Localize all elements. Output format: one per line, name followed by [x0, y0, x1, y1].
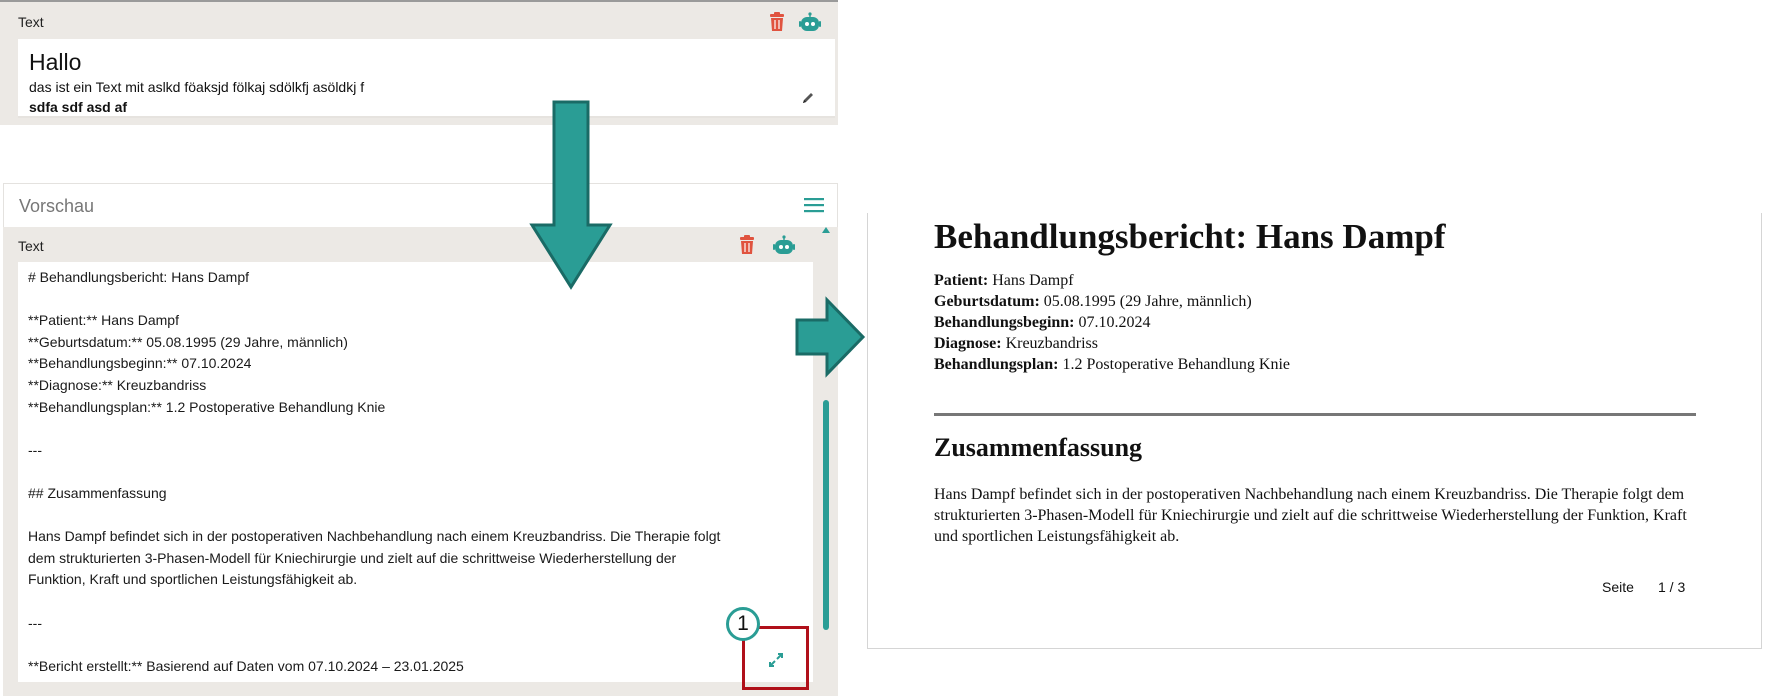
text-block-panel: Text Hallo das ist ein Text mit aslkd fö… — [0, 0, 838, 125]
editor-line: **Behandlungsbeginn:** 07.10.2024 — [28, 355, 252, 372]
scroll-up-arrow-icon[interactable] — [822, 227, 830, 233]
editor-line: --- — [28, 614, 42, 631]
summary-heading: Zusammenfassung — [934, 433, 1143, 462]
block-bold-line: sdfa sdf asd af — [29, 99, 128, 115]
text-block-content[interactable]: Hallo das ist ein Text mit aslkd föaksjd… — [18, 39, 835, 118]
rendered-report-preview: Behandlungsbericht: Hans Dampf Patient: … — [867, 213, 1762, 649]
hamburger-menu-icon[interactable] — [803, 196, 825, 219]
block-type-label: Text — [18, 14, 44, 30]
summary-paragraph: Hans Dampf befindet sich in der postoper… — [934, 486, 1687, 545]
preview-title: Vorschau — [19, 196, 95, 216]
editor-line: dem strukturierten 3-Phasen-Modell für K… — [28, 549, 677, 566]
page-indicator: 1 / 3 — [1658, 579, 1686, 595]
editor-line: **Patient:** Hans Dampf — [28, 312, 179, 329]
report-field: Geburtsdatum: 05.08.1995 (29 Jahre, männ… — [934, 293, 1252, 310]
report-field: Behandlungsbeginn: 07.10.2024 — [934, 314, 1151, 331]
horizontal-rule — [934, 413, 1696, 416]
scrollbar-thumb[interactable] — [823, 400, 829, 630]
preview-header: Vorschau — [3, 183, 838, 227]
robot-icon[interactable] — [773, 234, 795, 256]
editor-line: **Bericht erstellt:** Basierend auf Date… — [28, 657, 464, 674]
robot-icon[interactable] — [799, 11, 821, 33]
markdown-editor[interactable]: # Behandlungsbericht: Hans Dampf **Patien… — [18, 262, 813, 682]
right-arrow-icon — [795, 296, 866, 378]
down-arrow-icon — [529, 100, 613, 290]
callout-badge: 1 — [726, 607, 760, 641]
editor-line: # Behandlungsbericht: Hans Dampf — [28, 269, 250, 285]
report-title: Behandlungsbericht: Hans Dampf — [934, 217, 1446, 256]
editor-line: Funktion, Kraft und sportlichen Leistung… — [28, 571, 358, 588]
trash-icon[interactable] — [736, 234, 758, 256]
report-field: Behandlungsplan: 1.2 Postoperative Behan… — [934, 356, 1291, 373]
editor-line: Hans Dampf befindet sich in der postoper… — [28, 528, 721, 545]
editor-line: --- — [28, 441, 42, 458]
editor-line: **Geburtsdatum:** 05.08.1995 (29 Jahre, … — [28, 333, 348, 350]
pencil-icon[interactable] — [801, 91, 815, 110]
block-type-label: Text — [18, 238, 44, 254]
page-label: Seite — [1602, 579, 1634, 595]
editor-line: ## Zusammenfassung — [28, 485, 167, 501]
editor-line: **Diagnose:** Kreuzbandriss — [28, 377, 207, 393]
preview-text-block: Text # Behandlungsbericht: Hans Dampf **P… — [3, 227, 838, 696]
block-heading: Hallo — [29, 49, 82, 75]
trash-icon[interactable] — [766, 11, 788, 33]
report-field: Diagnose: Kreuzbandriss — [934, 335, 1098, 352]
block-paragraph: das ist ein Text mit aslkd föaksjd fölka… — [29, 79, 365, 95]
editor-line: **Behandlungsplan:** 1.2 Postoperative B… — [28, 398, 386, 415]
report-field: Patient: Hans Dampf — [934, 272, 1074, 289]
